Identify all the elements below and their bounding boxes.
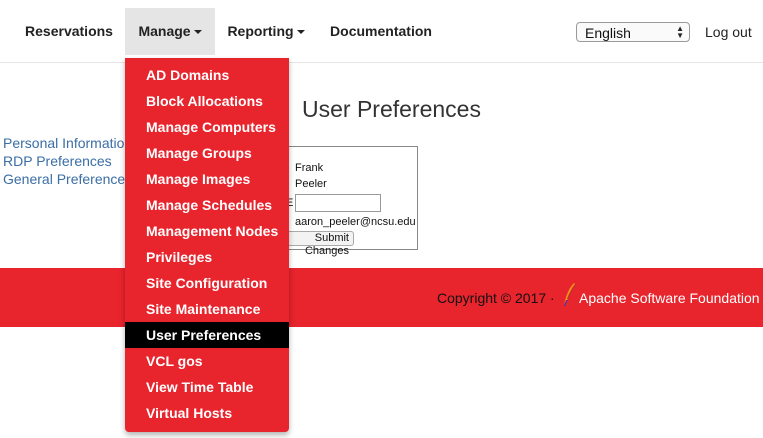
- nav-documentation[interactable]: Documentation: [318, 8, 444, 55]
- manage-dropdown-menu: AD Domains Block Allocations Manage Comp…: [125, 58, 289, 432]
- select-arrows-icon: ▲ ▼: [676, 24, 684, 40]
- language-select[interactable]: English ▲ ▼: [576, 22, 690, 42]
- apache-foundation-link[interactable]: Apache Software Foundation: [579, 290, 760, 306]
- logout-link[interactable]: Log out: [705, 24, 752, 40]
- menu-item-view-time-table[interactable]: View Time Table: [125, 374, 289, 400]
- first-name-value: Frank: [295, 162, 324, 174]
- menu-item-manage-schedules[interactable]: Manage Schedules: [125, 192, 289, 218]
- last-name-value: Peeler: [295, 178, 327, 190]
- sidebar-rdp-preferences[interactable]: RDP Preferences: [3, 153, 112, 169]
- nav-manage[interactable]: Manage: [125, 8, 215, 55]
- copyright-text: Copyright © 2017 ·: [437, 290, 555, 306]
- sidebar-personal-information[interactable]: Personal Information: [3, 135, 132, 151]
- top-navbar: Reservations Manage Reporting Documentat…: [0, 0, 763, 63]
- menu-item-virtual-hosts[interactable]: Virtual Hosts: [125, 400, 289, 426]
- sidebar-general-preferences[interactable]: General Preferences: [3, 171, 132, 187]
- caret-down-icon: [296, 30, 305, 35]
- nav-reservations-label: Reservations: [25, 23, 113, 39]
- menu-item-block-allocations[interactable]: Block Allocations: [125, 88, 289, 114]
- menu-item-site-configuration[interactable]: Site Configuration: [125, 270, 289, 296]
- page-title: User Preferences: [302, 96, 481, 122]
- nav-reservations[interactable]: Reservations: [14, 8, 124, 55]
- menu-item-ad-domains[interactable]: AD Domains: [125, 62, 289, 88]
- menu-item-vcl-gos[interactable]: VCL gos: [125, 348, 289, 374]
- preferred-name-input[interactable]: [295, 194, 381, 212]
- menu-item-manage-computers[interactable]: Manage Computers: [125, 114, 289, 140]
- menu-item-site-maintenance[interactable]: Site Maintenance: [125, 296, 289, 322]
- apache-feather-icon: [564, 283, 576, 306]
- nav-reporting-label: Reporting: [227, 23, 294, 39]
- menu-item-manage-images[interactable]: Manage Images: [125, 166, 289, 192]
- language-selected-value: English: [585, 25, 631, 41]
- menu-item-manage-groups[interactable]: Manage Groups: [125, 140, 289, 166]
- caret-down-icon: [193, 30, 202, 35]
- menu-item-user-preferences[interactable]: User Preferences: [125, 322, 289, 348]
- email-value: aaron_peeler@ncsu.edu: [295, 216, 416, 228]
- menu-item-privileges[interactable]: Privileges: [125, 244, 289, 270]
- nav-documentation-label: Documentation: [330, 23, 432, 39]
- menu-item-management-nodes[interactable]: Management Nodes: [125, 218, 289, 244]
- nav-reporting[interactable]: Reporting: [219, 8, 313, 55]
- nav-manage-label: Manage: [138, 23, 191, 39]
